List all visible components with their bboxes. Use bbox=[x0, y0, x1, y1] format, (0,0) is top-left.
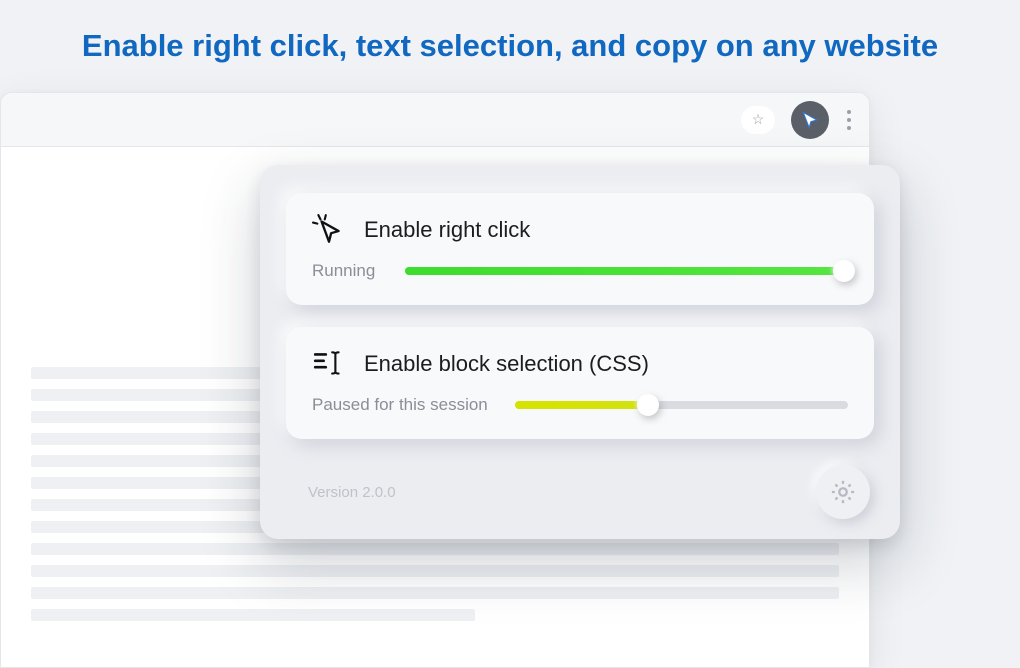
gear-icon bbox=[829, 478, 857, 506]
card-title: Enable right click bbox=[364, 217, 530, 243]
card-title: Enable block selection (CSS) bbox=[364, 351, 649, 377]
star-icon[interactable]: ☆ bbox=[741, 106, 775, 134]
card-enable-right-click: Enable right click Running bbox=[286, 193, 874, 305]
card-enable-block-selection: Enable block selection (CSS) Paused for … bbox=[286, 327, 874, 439]
slider-enable-right-click[interactable] bbox=[405, 267, 848, 275]
version-label: Version 2.0.0 bbox=[290, 484, 396, 501]
extension-cursor-icon[interactable] bbox=[791, 101, 829, 139]
status-label: Running bbox=[312, 261, 387, 281]
slider-enable-block-selection[interactable] bbox=[515, 401, 848, 409]
slider-handle[interactable] bbox=[637, 394, 659, 416]
slider-fill bbox=[515, 401, 648, 409]
browser-toolbar: ☆ bbox=[1, 93, 869, 147]
kebab-menu-icon[interactable] bbox=[847, 110, 851, 130]
status-label: Paused for this session bbox=[312, 395, 497, 415]
page-headline: Enable right click, text selection, and … bbox=[0, 0, 1020, 88]
slider-handle[interactable] bbox=[833, 260, 855, 282]
slider-fill bbox=[405, 267, 844, 275]
extension-popup: Enable right click Running Enable block … bbox=[260, 165, 900, 539]
settings-button[interactable] bbox=[816, 465, 870, 519]
text-select-icon bbox=[312, 347, 346, 381]
cursor-click-icon bbox=[312, 213, 346, 247]
